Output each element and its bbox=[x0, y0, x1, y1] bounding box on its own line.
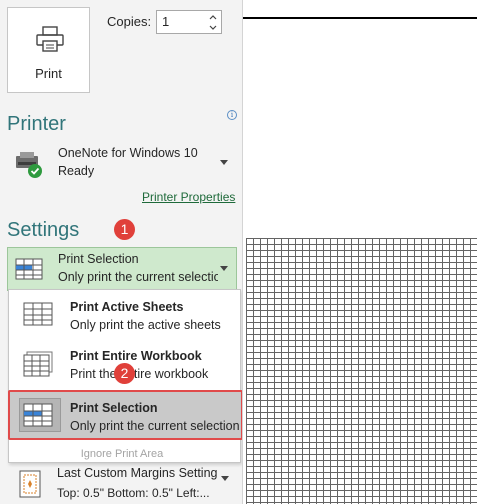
margins-icon bbox=[19, 470, 41, 498]
dropdown-arrow-icon[interactable] bbox=[220, 160, 228, 165]
chevron-up-icon[interactable] bbox=[208, 13, 218, 22]
chevron-down-icon[interactable] bbox=[208, 23, 218, 32]
sheet-icon bbox=[23, 302, 53, 326]
ignore-print-area-option[interactable]: Ignore Print Area bbox=[9, 444, 235, 464]
printer-heading: Printer bbox=[7, 113, 66, 135]
margins-dropdown[interactable]: Last Custom Margins Setting Top: 0.5" Bo… bbox=[7, 462, 237, 504]
print-selection-icon bbox=[15, 258, 43, 280]
step-2-badge: 2 bbox=[114, 363, 135, 384]
dropdown-arrow-icon[interactable] bbox=[220, 266, 228, 271]
printer-icon bbox=[36, 26, 64, 52]
dropdown-arrow-icon[interactable] bbox=[221, 476, 229, 481]
print-what-subtitle: Only print the current selection bbox=[58, 270, 218, 284]
page-top-border bbox=[243, 17, 477, 19]
workbook-icon bbox=[23, 351, 53, 377]
menu-item-title: Print Active Sheets bbox=[70, 300, 184, 314]
copies-label: Copies: bbox=[107, 14, 152, 29]
print-what-dropdown[interactable]: Print Selection Only print the current s… bbox=[7, 247, 237, 291]
printer-ready-icon bbox=[16, 152, 42, 178]
preview-gridlines bbox=[246, 238, 477, 504]
print-button-label: Print bbox=[35, 66, 62, 81]
step-1-badge: 1 bbox=[114, 219, 135, 240]
print-what-title: Print Selection bbox=[58, 252, 139, 266]
info-icon[interactable]: i bbox=[227, 110, 237, 120]
menu-item-print-active-sheets[interactable]: Print Active Sheets Only print the activ… bbox=[9, 290, 240, 338]
copies-stepper[interactable]: 1 bbox=[156, 10, 222, 34]
menu-item-title: Print Entire Workbook bbox=[70, 349, 202, 363]
copies-value[interactable]: 1 bbox=[162, 14, 169, 29]
print-button[interactable]: Print bbox=[7, 7, 90, 93]
printer-name: OneNote for Windows 10 bbox=[58, 146, 198, 160]
selection-highlight-frame bbox=[8, 390, 243, 440]
margins-title: Last Custom Margins Setting bbox=[57, 466, 218, 480]
menu-item-subtitle: Print the entire workbook bbox=[70, 367, 209, 381]
margins-subtitle: Top: 0.5" Bottom: 0.5" Left:... bbox=[57, 486, 210, 500]
print-preview bbox=[243, 0, 477, 504]
printer-status: Ready bbox=[58, 164, 95, 178]
printer-properties-link[interactable]: Printer Properties bbox=[142, 190, 235, 204]
settings-heading: Settings bbox=[7, 219, 80, 241]
menu-item-subtitle: Only print the active sheets bbox=[70, 318, 221, 332]
printer-dropdown[interactable]: OneNote for Windows 10 Ready bbox=[7, 141, 237, 185]
print-settings-pane: Print Copies: 1 Printer i OneNote for Wi… bbox=[0, 0, 243, 504]
